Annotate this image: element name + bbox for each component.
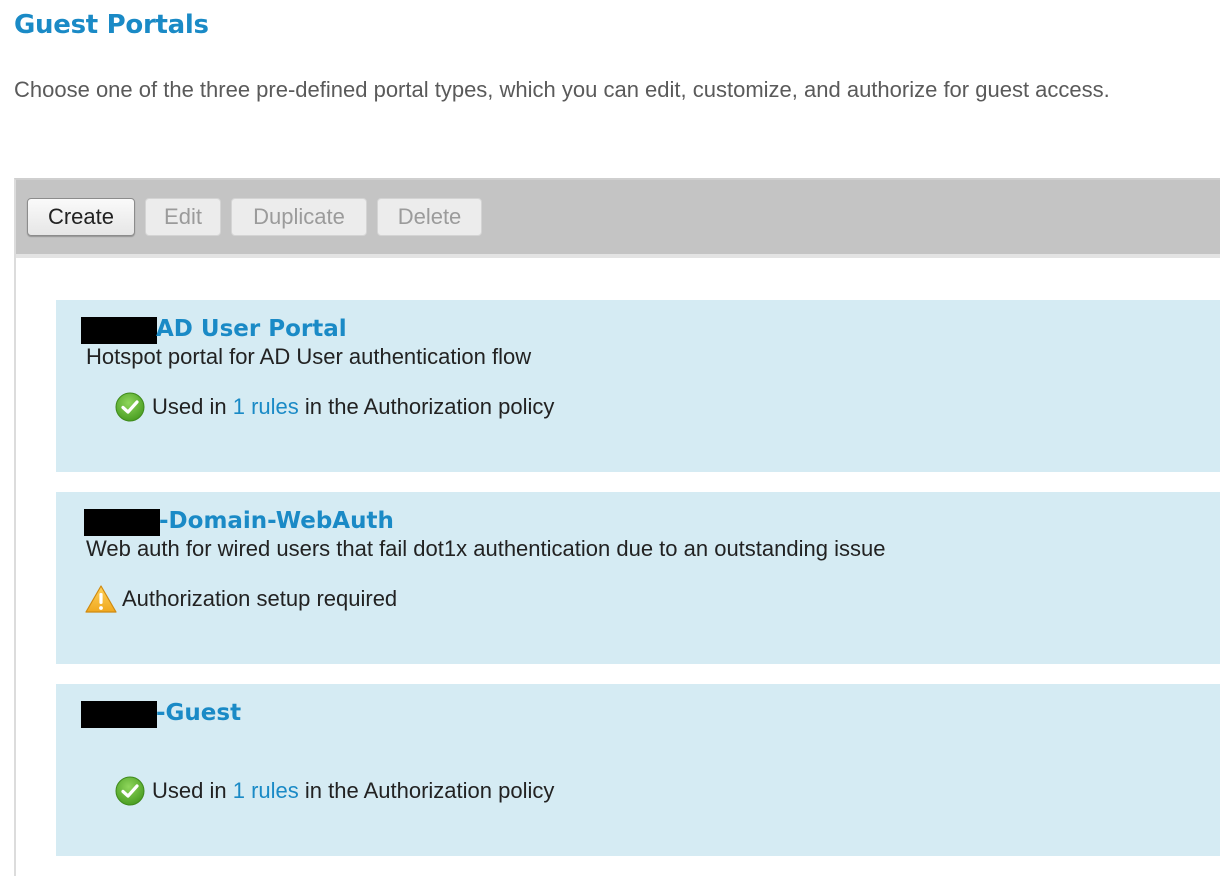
page-title: Guest Portals	[14, 10, 209, 40]
status-text: Authorization setup required	[122, 586, 398, 611]
portal-card[interactable]: AD User Portal Hotspot portal for AD Use…	[56, 300, 1220, 472]
status-prefix: Used in	[152, 394, 233, 419]
portal-card[interactable]: -Domain-WebAuth Web auth for wired users…	[56, 492, 1220, 664]
check-circle-icon	[115, 392, 145, 422]
redacted-block	[81, 701, 157, 728]
portal-status: Authorization setup required	[84, 584, 397, 614]
check-circle-icon	[115, 776, 145, 806]
portal-list-panel: Create Edit Duplicate Delete AD User Por…	[14, 178, 1220, 876]
portal-description: Hotspot portal for AD User authenticatio…	[86, 344, 532, 369]
warning-icon	[85, 585, 117, 613]
rules-link[interactable]: 1 rules	[233, 394, 299, 420]
rules-link[interactable]: 1 rules	[233, 778, 299, 804]
status-prefix: Used in	[152, 778, 233, 803]
create-button[interactable]: Create	[27, 198, 135, 236]
redacted-block	[84, 509, 160, 536]
portal-status: Used in 1 rules in the Authorization pol…	[115, 392, 554, 422]
portal-title-link[interactable]: -Domain-WebAuth	[159, 508, 394, 534]
portal-description: Web auth for wired users that fail dot1x…	[86, 536, 886, 561]
portal-title-link[interactable]: -Guest	[156, 700, 241, 726]
portal-card[interactable]: -Guest Used in 1 rules in the Authorizat…	[56, 684, 1220, 856]
portal-status: Used in 1 rules in the Authorization pol…	[115, 776, 554, 806]
portal-title-link[interactable]: AD User Portal	[156, 316, 347, 342]
guest-portals-page: Guest Portals Choose one of the three pr…	[0, 0, 1220, 876]
toolbar: Create Edit Duplicate Delete	[16, 180, 1220, 258]
page-description: Choose one of the three pre-defined port…	[14, 77, 1110, 102]
redacted-block	[81, 317, 157, 344]
duplicate-button[interactable]: Duplicate	[231, 198, 367, 236]
delete-button[interactable]: Delete	[377, 198, 482, 236]
edit-button[interactable]: Edit	[145, 198, 221, 236]
status-suffix: in the Authorization policy	[298, 394, 555, 419]
status-suffix: in the Authorization policy	[298, 778, 555, 803]
